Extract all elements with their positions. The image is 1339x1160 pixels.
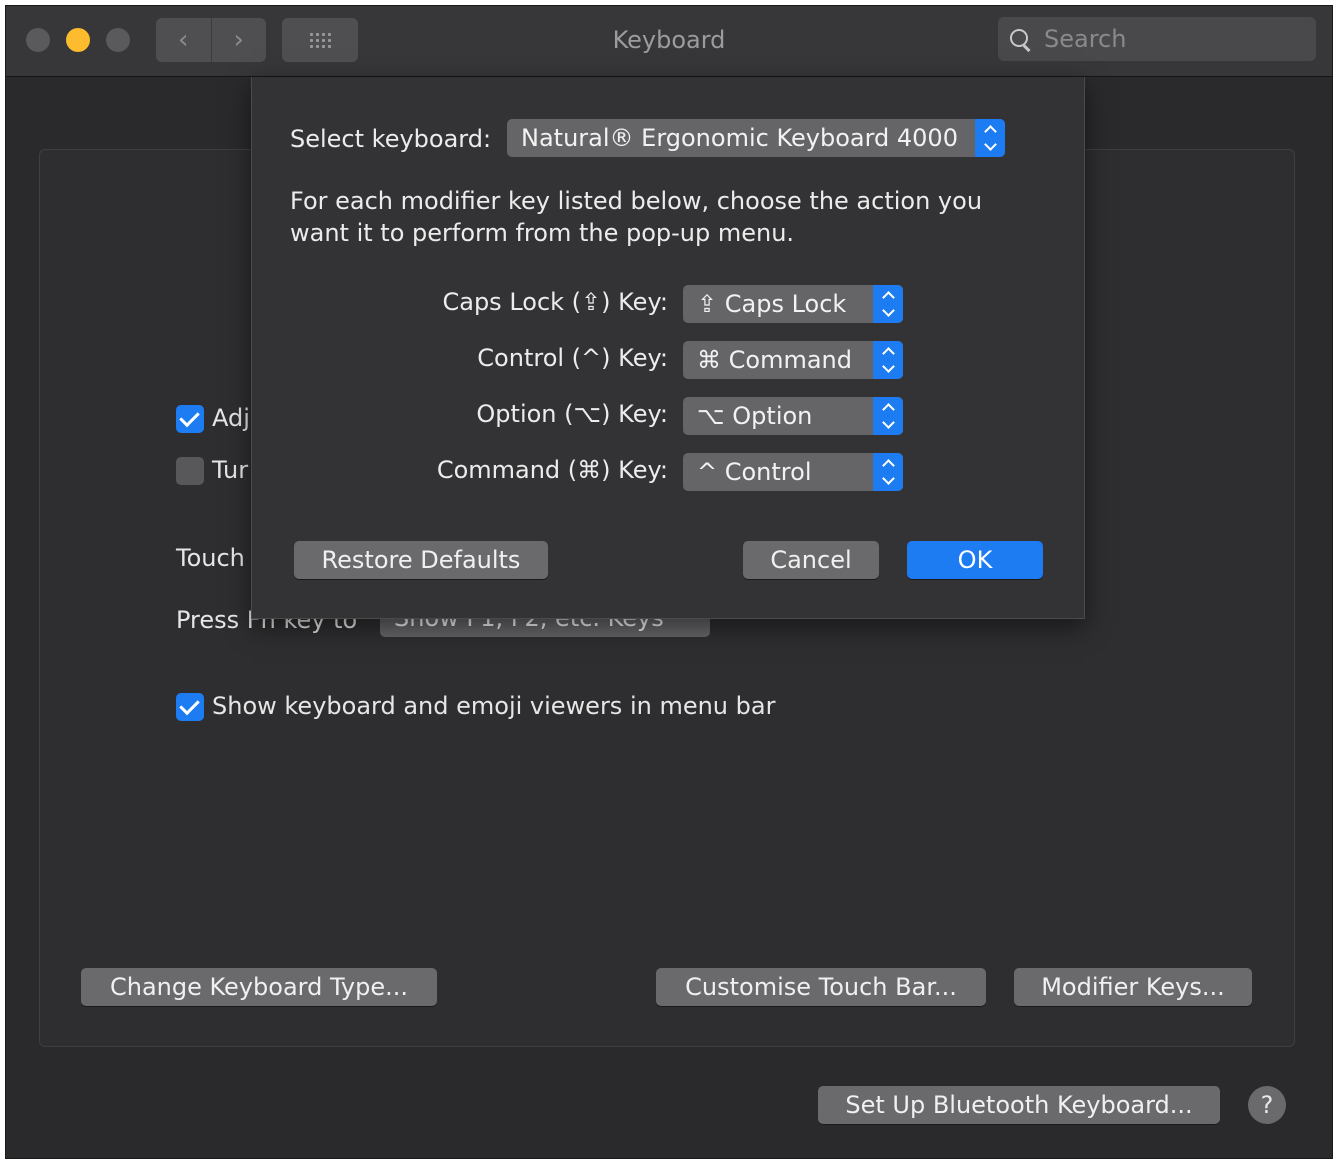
- title-bar: ‹ › Keyboard: [6, 6, 1332, 77]
- option-key-value: ⌥ Option: [697, 402, 813, 430]
- touch-bar-label: Touch: [176, 544, 245, 572]
- command-key-popup[interactable]: ^ Control: [683, 453, 903, 491]
- command-key-label: Command (⌘) Key:: [436, 456, 668, 484]
- change-keyboard-type-button[interactable]: Change Keyboard Type...: [81, 968, 437, 1006]
- cancel-button[interactable]: Cancel: [743, 541, 879, 579]
- emoji-viewer-checkbox[interactable]: [176, 693, 204, 721]
- caps-lock-key-value: ⇪ Caps Lock: [697, 290, 847, 318]
- turn-checkbox[interactable]: [176, 457, 204, 485]
- customise-touch-bar-button[interactable]: Customise Touch Bar...: [656, 968, 986, 1006]
- restore-defaults-button[interactable]: Restore Defaults: [294, 541, 548, 579]
- question-mark-icon: ?: [1260, 1091, 1274, 1119]
- caps-lock-key-popup[interactable]: ⇪ Caps Lock: [683, 285, 903, 323]
- option-key-popup[interactable]: ⌥ Option: [683, 397, 903, 435]
- keyboard-preferences-window: ‹ › Keyboard Adj Tur Touch Press Fn key …: [5, 5, 1333, 1159]
- select-keyboard-popup[interactable]: Natural® Ergonomic Keyboard 4000: [507, 119, 1005, 157]
- caps-lock-key-label: Caps Lock (⇪) Key:: [442, 288, 668, 316]
- select-keyboard-label: Select keyboard:: [290, 125, 492, 153]
- popup-arrows-icon: [873, 285, 903, 323]
- instructions-text: For each modifier key listed below, choo…: [290, 187, 983, 247]
- adjust-checkbox-label: Adj: [212, 404, 250, 432]
- search-input[interactable]: [1042, 24, 1296, 54]
- set-up-bluetooth-keyboard-button[interactable]: Set Up Bluetooth Keyboard...: [818, 1086, 1220, 1124]
- select-keyboard-value: Natural® Ergonomic Keyboard 4000: [521, 124, 958, 152]
- command-key-value: ^ Control: [697, 458, 812, 486]
- modifier-keys-sheet: Select keyboard: Natural® Ergonomic Keyb…: [251, 77, 1085, 619]
- popup-arrows-icon: [873, 453, 903, 491]
- popup-arrows-icon: [873, 397, 903, 435]
- search-field[interactable]: [998, 17, 1316, 61]
- popup-arrows-icon: [975, 119, 1005, 157]
- popup-arrows-icon: [873, 341, 903, 379]
- control-key-label: Control (^) Key:: [477, 344, 668, 372]
- ok-button[interactable]: OK: [907, 541, 1043, 579]
- option-key-label: Option (⌥) Key:: [476, 400, 668, 428]
- control-key-value: ⌘ Command: [697, 346, 852, 374]
- turn-checkbox-label: Tur: [212, 456, 249, 484]
- help-button[interactable]: ?: [1248, 1086, 1286, 1124]
- modifier-keys-button[interactable]: Modifier Keys...: [1014, 968, 1252, 1006]
- control-key-popup[interactable]: ⌘ Command: [683, 341, 903, 379]
- emoji-viewer-label: Show keyboard and emoji viewers in menu …: [212, 692, 776, 720]
- adjust-checkbox[interactable]: [176, 405, 204, 433]
- search-icon: [1008, 27, 1032, 52]
